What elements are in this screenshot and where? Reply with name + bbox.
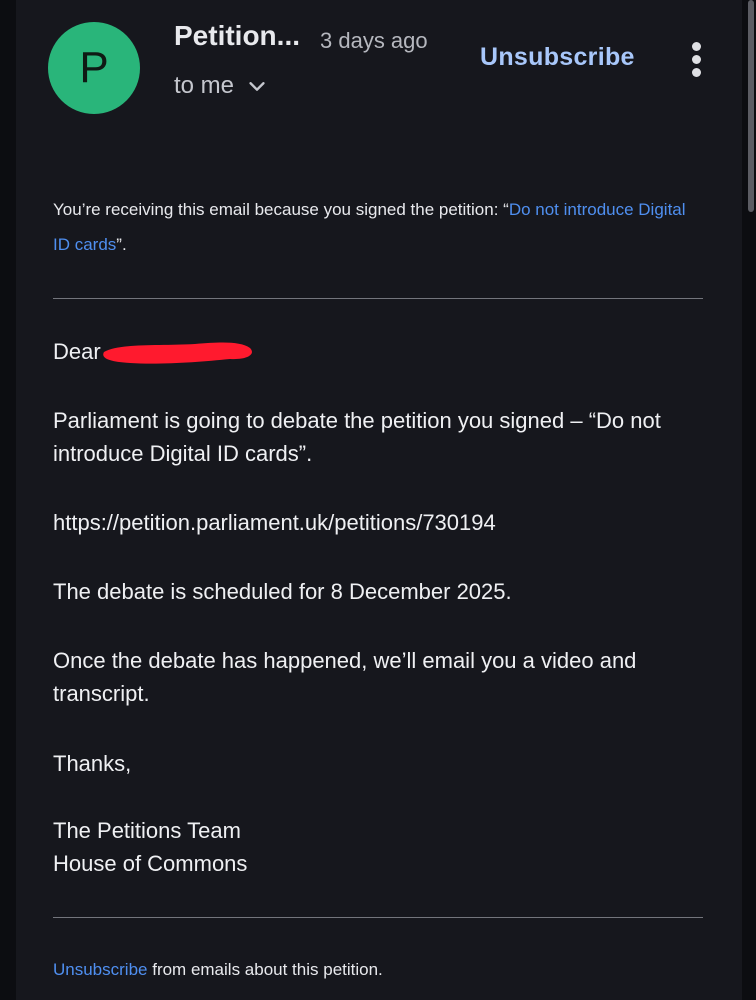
debate-date-text: The debate is scheduled for 8 December 2… <box>53 579 512 604</box>
more-dot <box>692 68 701 77</box>
recipient-toggle[interactable]: to me <box>174 72 268 100</box>
sender-name[interactable]: Petition... <box>174 20 300 52</box>
timestamp: 3 days ago <box>320 28 428 53</box>
signature-org: House of Commons <box>53 851 248 876</box>
footer-text: from emails about this petition. <box>147 960 383 979</box>
chevron-down-icon <box>249 82 265 91</box>
recipient-label: to me <box>174 72 235 99</box>
scrollbar-thumb[interactable] <box>748 0 754 212</box>
more-dot <box>692 42 701 51</box>
scrollbar[interactable] <box>746 0 756 1000</box>
footer-unsubscribe-link[interactable]: Unsubscribe <box>53 960 148 979</box>
notice-prefix: You’re receiving this email because you … <box>53 200 509 219</box>
divider <box>53 298 703 299</box>
debate-announcement: Parliament is going to debate the petiti… <box>53 408 661 466</box>
followup-text: Once the debate has happened, we’ll emai… <box>53 648 637 706</box>
more-options-icon[interactable] <box>686 40 708 80</box>
signature-team: The Petitions Team <box>53 818 241 843</box>
thanks-text: Thanks, <box>53 751 132 776</box>
unsubscribe-button[interactable]: Unsubscribe <box>480 43 635 72</box>
notice-suffix: ”. <box>116 235 127 254</box>
subscription-notice: You’re receiving this email because you … <box>53 192 693 262</box>
sender-avatar[interactable]: P <box>48 22 140 114</box>
petition-url-link[interactable]: https://petition.parliament.uk/petitions… <box>53 506 693 539</box>
footer-unsubscribe: Unsubscribe from emails about this petit… <box>53 960 383 980</box>
divider <box>53 917 703 918</box>
redaction-mark <box>103 342 252 364</box>
more-dot <box>692 55 701 64</box>
